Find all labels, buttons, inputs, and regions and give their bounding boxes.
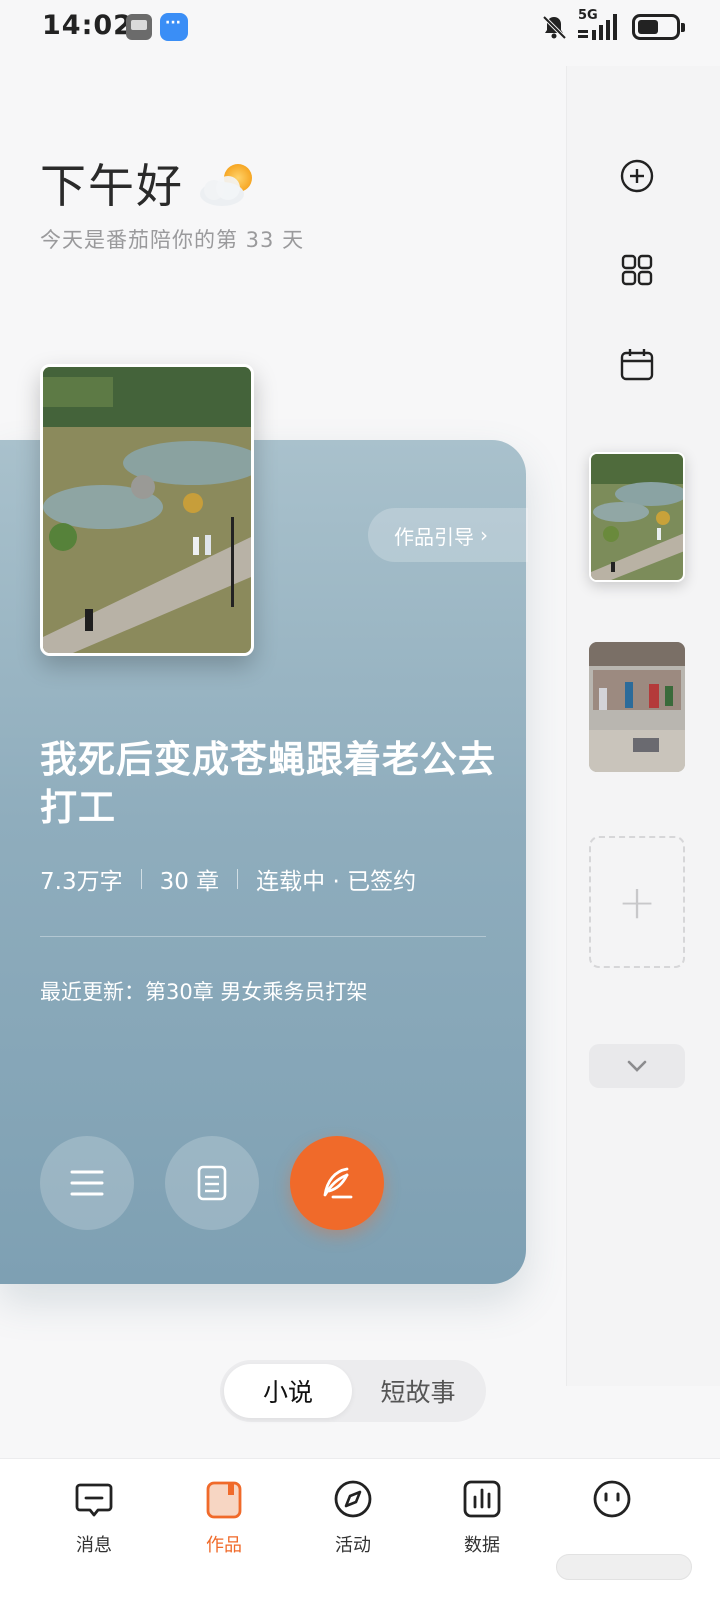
message-app-icon [160, 13, 188, 41]
work-guide-label: 作品引导 [394, 524, 474, 549]
status-icons: 5G [540, 8, 685, 42]
chart-icon [460, 1477, 504, 1521]
meta-divider [237, 869, 239, 889]
video-app-icon [126, 14, 152, 40]
mute-icon [542, 15, 567, 40]
add-circle-icon[interactable] [617, 156, 657, 196]
content-type-toggle: 小说 短故事 [220, 1360, 486, 1422]
chapter-count: 30 章 [159, 869, 220, 895]
feather-pen-icon [323, 1167, 353, 1199]
nav-label-works: 作品 [206, 1535, 242, 1556]
menu-button[interactable] [40, 1136, 134, 1230]
expand-rail-button[interactable] [589, 1044, 685, 1088]
nav-data[interactable]: 数据 [432, 1477, 532, 1557]
work-guide-button[interactable]: 作品引导 › [368, 508, 528, 562]
calendar-icon[interactable] [617, 344, 657, 384]
tab-novel[interactable]: 小说 [224, 1364, 352, 1418]
status-bar: 14:02 5G [0, 0, 720, 56]
signal-icon: 5G [578, 8, 622, 42]
book-meta: 7.3万字 30 章 连载中 · 已签约 [40, 862, 416, 896]
write-button[interactable] [290, 1136, 384, 1230]
message-icon [72, 1477, 116, 1521]
grid-icon[interactable] [617, 250, 657, 290]
nav-activities[interactable]: 活动 [303, 1477, 403, 1557]
right-rail: + [566, 66, 720, 1386]
add-work-button[interactable]: + [589, 836, 685, 968]
market-photo-thumb[interactable] [589, 642, 685, 772]
catalog-button[interactable] [165, 1136, 259, 1230]
home-indicator[interactable] [556, 1554, 692, 1580]
compass-icon [331, 1477, 375, 1521]
tab-short-story[interactable]: 短故事 [354, 1364, 482, 1418]
nav-works[interactable]: 作品 [174, 1477, 274, 1557]
status-time: 14:02 [42, 10, 133, 41]
sun-behind-cloud-icon [200, 164, 252, 206]
battery-icon [632, 14, 685, 40]
nav-label-messages: 消息 [76, 1535, 112, 1556]
book-title: 我死后变成苍蝇跟着老公去打工 [40, 738, 496, 829]
face-icon [590, 1477, 634, 1521]
works-icon [202, 1477, 246, 1521]
park-photo-thumb[interactable] [589, 452, 685, 582]
chevron-right-icon: › [480, 523, 488, 547]
greeting-title: 下午好 [40, 159, 184, 213]
book-status: 连载中 · 已签约 [256, 869, 417, 895]
nav-label-data: 数据 [464, 1535, 500, 1556]
chevron-down-icon [627, 1060, 647, 1072]
nav-label-activities: 活动 [335, 1535, 371, 1556]
book-cover[interactable] [40, 364, 254, 656]
nav-profile[interactable] [562, 1477, 662, 1521]
menu-icon [70, 1170, 104, 1196]
greeting-subtitle: 今天是番茄陪你的第 33 天 [40, 228, 305, 252]
meta-divider [140, 869, 142, 889]
nav-messages[interactable]: 消息 [44, 1477, 144, 1557]
word-count: 7.3万字 [40, 869, 123, 895]
card-divider [40, 936, 486, 937]
document-icon [197, 1165, 227, 1201]
latest-update[interactable]: 最近更新：第30章 男女乘务员打架 [40, 976, 367, 1006]
add-work-label: + [617, 875, 657, 929]
